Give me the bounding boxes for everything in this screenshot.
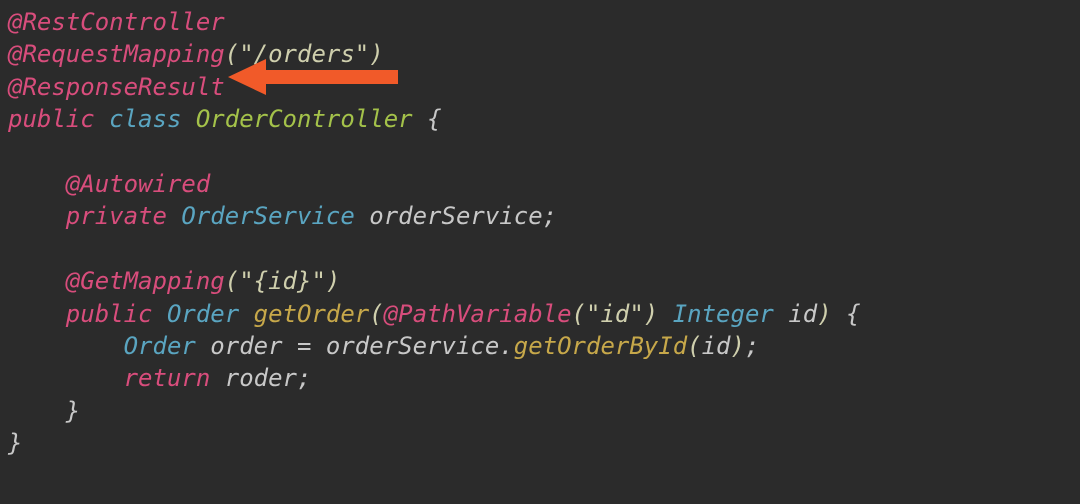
paren-close: ) bbox=[369, 40, 383, 68]
paren-close: ) bbox=[817, 300, 831, 328]
annotation-autowired: @Autowired bbox=[66, 170, 211, 198]
keyword-class: class bbox=[109, 105, 181, 133]
annotation-restcontroller: @RestController bbox=[8, 8, 225, 36]
string-orders: "/orders" bbox=[239, 40, 369, 68]
keyword-public: public bbox=[8, 105, 95, 133]
semicolon: ; bbox=[543, 202, 557, 230]
ref-orderservice: orderService bbox=[326, 332, 499, 360]
keyword-private: private bbox=[66, 202, 167, 230]
dot: . bbox=[499, 332, 513, 360]
annotation-requestmapping: @RequestMapping bbox=[8, 40, 225, 68]
method-getorderbyid: getOrderById bbox=[514, 332, 687, 360]
keyword-return: return bbox=[124, 364, 211, 392]
method-getorder: getOrder bbox=[254, 300, 370, 328]
semicolon: ; bbox=[297, 364, 311, 392]
paren-open: ( bbox=[225, 267, 239, 295]
brace-close: } bbox=[66, 397, 80, 425]
paren-open: ( bbox=[687, 332, 701, 360]
brace-close: } bbox=[8, 429, 22, 457]
annotation-pathvariable: @PathVariable bbox=[384, 300, 572, 328]
keyword-public: public bbox=[66, 300, 153, 328]
brace-open: { bbox=[427, 105, 441, 133]
paren-open: ( bbox=[225, 40, 239, 68]
equals: = bbox=[297, 332, 311, 360]
var-order: order bbox=[210, 332, 282, 360]
paren-close: ) bbox=[644, 300, 658, 328]
type-integer: Integer bbox=[673, 300, 774, 328]
type-order: Order bbox=[124, 332, 196, 360]
param-id: id bbox=[788, 300, 817, 328]
return-ident: roder bbox=[225, 364, 297, 392]
semicolon: ; bbox=[745, 332, 759, 360]
type-orderservice: OrderService bbox=[181, 202, 354, 230]
annotation-getmapping: @GetMapping bbox=[66, 267, 225, 295]
type-order: Order bbox=[167, 300, 239, 328]
annotation-responseresult: @ResponseResult bbox=[8, 73, 225, 101]
class-name-ordercontroller: OrderController bbox=[196, 105, 413, 133]
paren-close: ) bbox=[731, 332, 745, 360]
string-id: "{id}" bbox=[239, 267, 326, 295]
brace-open: { bbox=[846, 300, 860, 328]
string-id: "id" bbox=[586, 300, 644, 328]
arg-id: id bbox=[702, 332, 731, 360]
code-block: @RestController @RequestMapping("/orders… bbox=[0, 0, 1080, 459]
field-orderservice: orderService bbox=[369, 202, 542, 230]
paren-open: ( bbox=[369, 300, 383, 328]
paren-open: ( bbox=[572, 300, 586, 328]
paren-close: ) bbox=[326, 267, 340, 295]
